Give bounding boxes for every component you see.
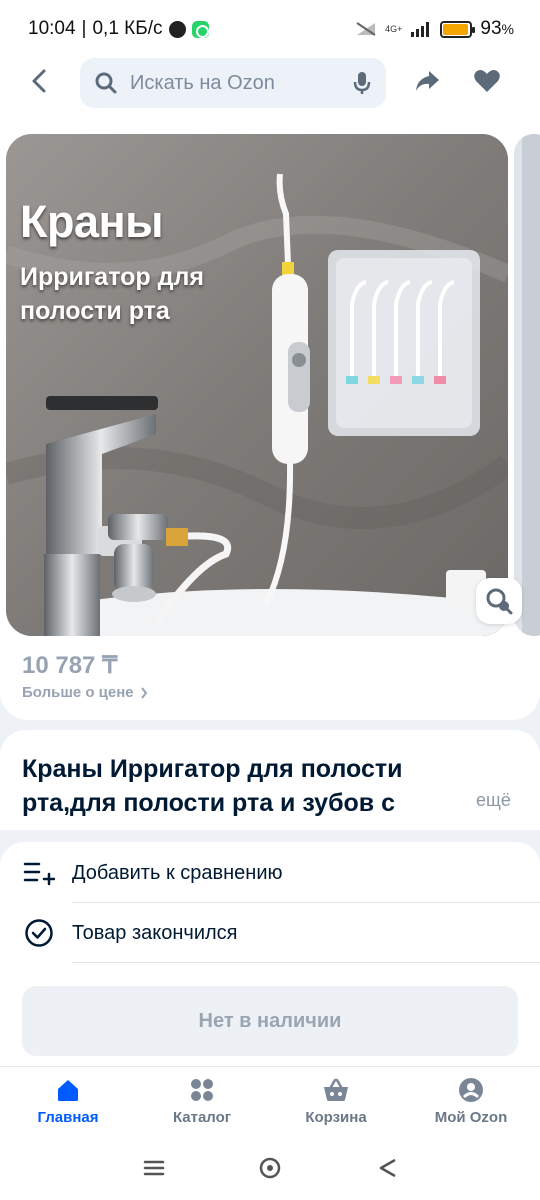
photo-subline: Ирригатор для полости рта — [20, 263, 204, 325]
product-title: Краны Ирригатор для полости рта,для поло… — [22, 755, 403, 817]
catalog-icon — [191, 1079, 213, 1101]
status-bar: 10:04 | 0,1 КБ/с 4G+ 93% — [0, 0, 540, 58]
product-photo[interactable]: Краны Ирригатор для полости рта — [6, 134, 508, 636]
top-bar — [0, 58, 540, 110]
photo-headline: Краны — [20, 196, 164, 247]
back-system-button[interactable] — [374, 1154, 402, 1182]
price-details-label: Больше о цене — [22, 684, 134, 701]
battery-level: 93% — [480, 18, 514, 40]
nav-cart-label: Корзина — [305, 1109, 367, 1126]
search-box[interactable] — [80, 58, 386, 108]
share-icon — [416, 71, 439, 91]
favorite-button[interactable] — [470, 64, 504, 98]
check-circle-icon — [25, 919, 53, 947]
out-of-stock-label: Товар закончился — [72, 921, 238, 944]
divider — [72, 962, 540, 963]
home-icon — [58, 1080, 78, 1101]
status-time: 10:04 — [28, 18, 76, 39]
price-details-link[interactable]: Больше о цене — [22, 684, 148, 701]
price: 10 787 ₸ — [22, 652, 118, 679]
whatsapp-notification-icon — [191, 20, 209, 38]
out-of-stock-row: Товар закончился — [0, 903, 540, 963]
back-triangle-icon — [379, 1158, 396, 1178]
share-button[interactable] — [410, 64, 444, 98]
status-separator: | — [81, 18, 87, 39]
menu-icon — [143, 1160, 165, 1176]
clock-notification-icon — [168, 20, 186, 38]
visual-search-button[interactable] — [476, 578, 522, 624]
voice-search-button[interactable] — [352, 70, 372, 96]
check-icon-wrap — [22, 916, 56, 950]
show-more-link[interactable]: ещё — [476, 790, 511, 811]
back-button[interactable] — [22, 64, 56, 98]
search-input[interactable] — [130, 71, 320, 95]
heart-icon — [474, 70, 500, 92]
cart-icon — [324, 1078, 348, 1101]
status-right: 4G+ 93% — [355, 18, 514, 40]
status-speed: 0,1 КБ/с — [92, 18, 163, 39]
next-photo-preview[interactable] — [514, 134, 540, 636]
search-icon — [95, 72, 117, 94]
nav-home-label: Главная — [37, 1109, 99, 1126]
battery-unit: % — [501, 21, 514, 37]
recents-button[interactable] — [140, 1154, 168, 1182]
nav-home[interactable]: Главная — [8, 1077, 128, 1133]
mute-signal-icon — [356, 22, 376, 36]
status-left: 10:04 | 0,1 КБ/с — [28, 18, 209, 40]
home-circle-icon — [259, 1157, 281, 1179]
battery-percent: 93 — [480, 18, 502, 39]
add-to-compare-button[interactable]: Добавить к сравнению — [0, 843, 540, 903]
profile-icon — [459, 1078, 483, 1102]
compare-list-icon — [23, 862, 55, 886]
nav-catalog-label: Каталог — [172, 1109, 232, 1126]
home-system-button[interactable] — [256, 1154, 284, 1182]
chevron-right-icon — [140, 686, 147, 699]
add-to-compare-label: Добавить к сравнению — [72, 861, 283, 884]
nav-profile-label: Мой Ozon — [434, 1109, 508, 1126]
nav-profile[interactable]: Мой Ozon — [411, 1077, 531, 1133]
system-navigation — [0, 1136, 540, 1200]
nav-cart[interactable]: Корзина — [276, 1077, 396, 1133]
compare-icon-wrap — [22, 856, 56, 890]
battery-icon — [440, 20, 476, 38]
microphone-icon — [353, 72, 371, 94]
battery-fill — [443, 23, 468, 35]
visual-search-icon — [486, 588, 513, 615]
network-type: 4G+ — [385, 23, 403, 34]
bottom-navigation: Главная Каталог Корзина Мой Ozon — [0, 1066, 540, 1136]
signal-icon — [411, 22, 430, 37]
not-available-button[interactable]: Нет в наличии — [22, 986, 518, 1056]
nav-catalog[interactable]: Каталог — [142, 1077, 262, 1133]
back-arrow-icon — [32, 69, 46, 93]
